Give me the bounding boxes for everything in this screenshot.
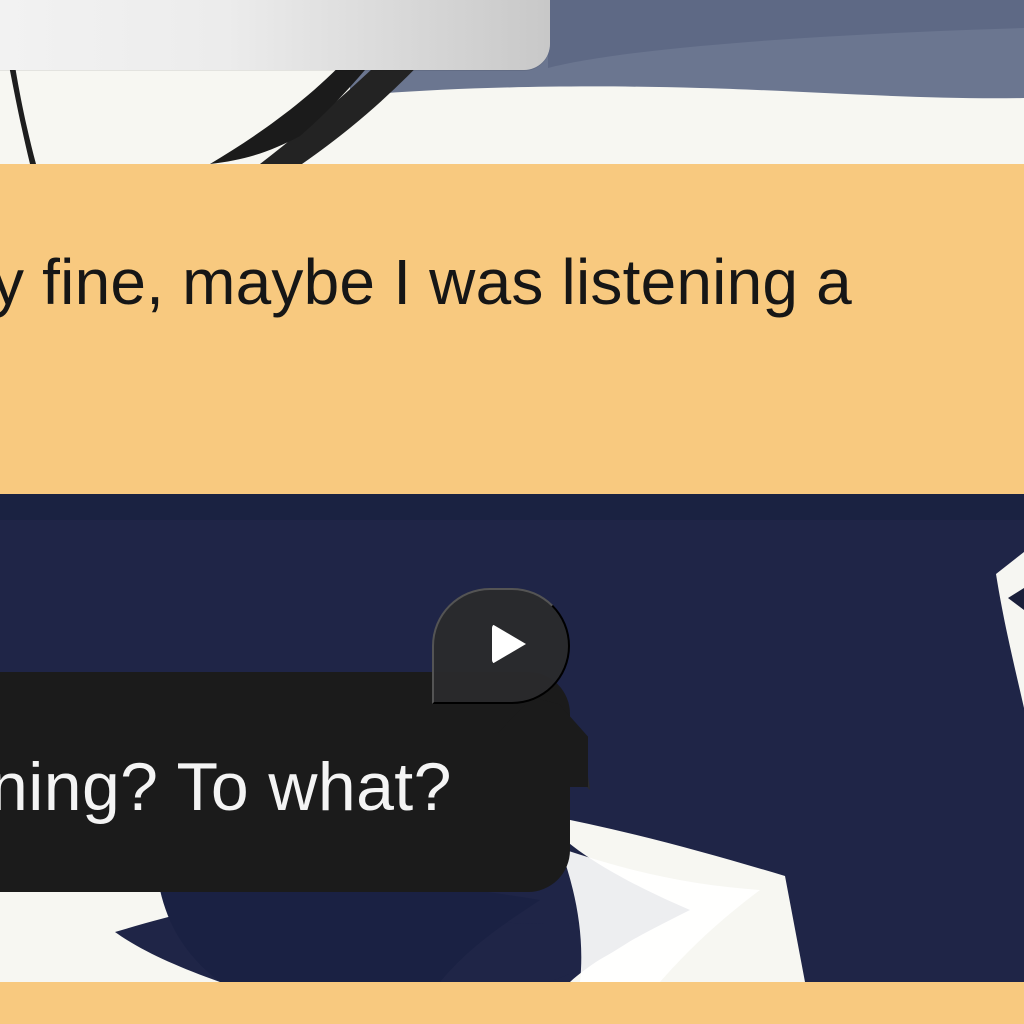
subtitle-text: y fine, maybe I was listening a (0, 246, 852, 318)
play-icon (492, 624, 526, 664)
previous-message-bubble (0, 0, 550, 70)
chat-message-text: ning? To what? (0, 749, 452, 825)
bottom-subtitle-banner (0, 982, 1024, 1024)
subtitle-banner (0, 164, 1024, 494)
video-viewer: y fine, maybe I was listening a ning? To… (0, 0, 1024, 1024)
